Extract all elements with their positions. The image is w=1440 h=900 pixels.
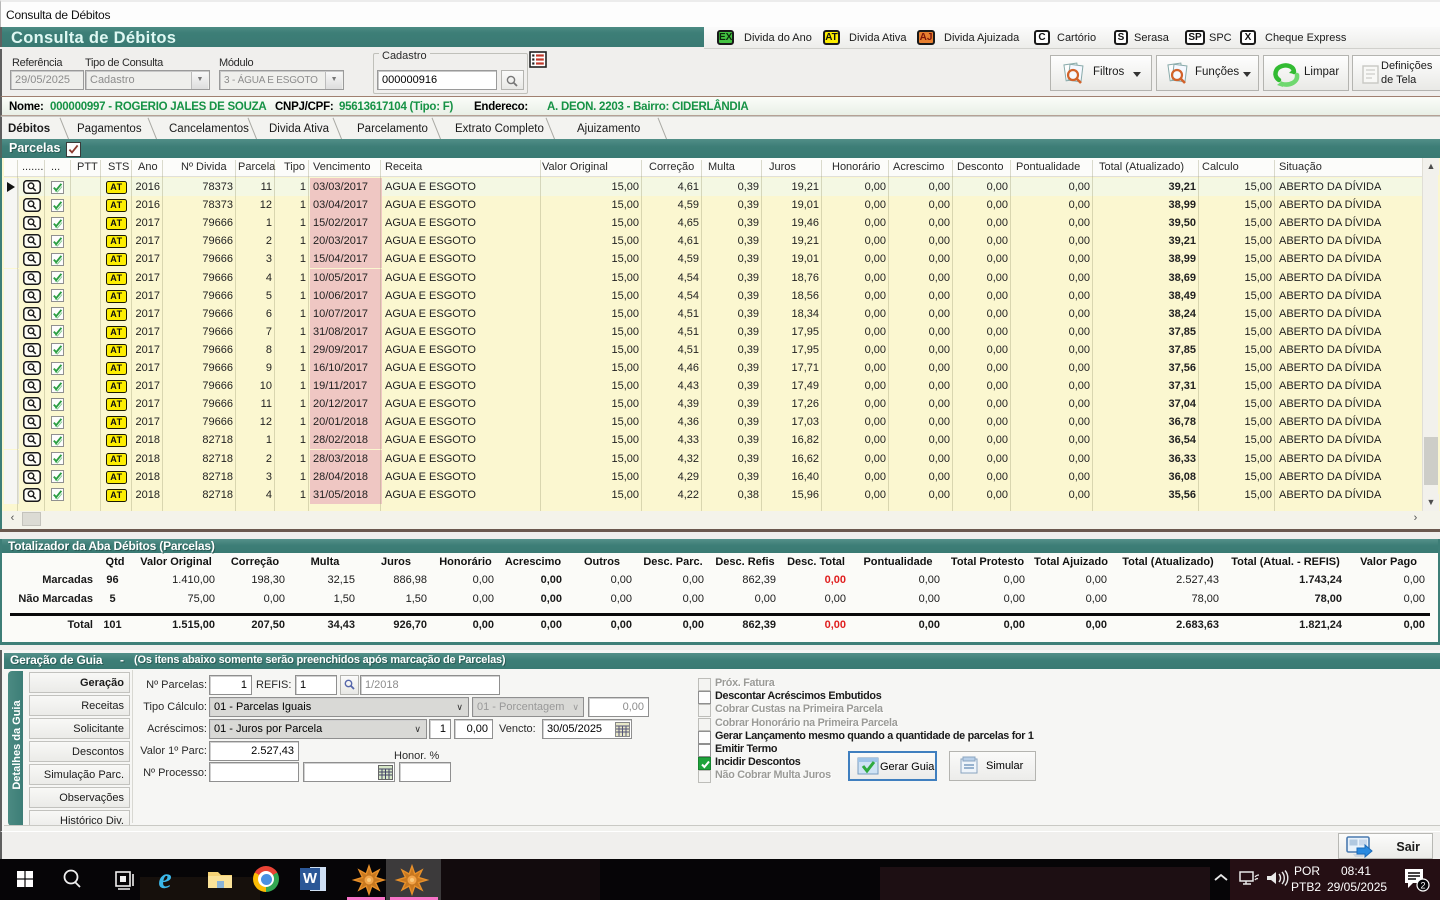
svg-text:2: 2 [1420, 881, 1425, 891]
